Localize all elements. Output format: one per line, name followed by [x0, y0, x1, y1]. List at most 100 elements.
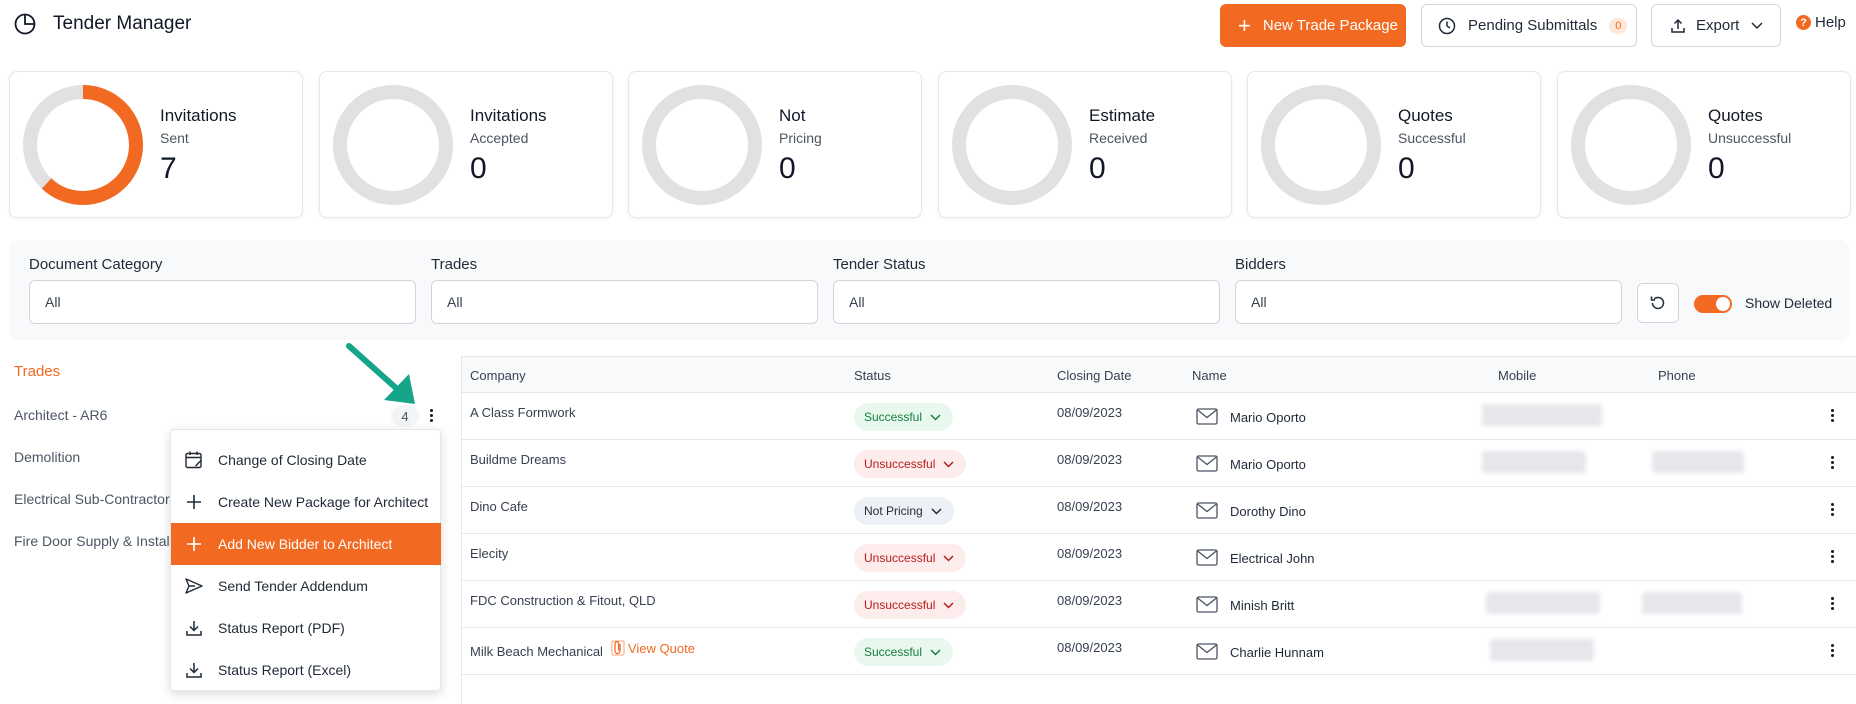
trade-item-architect[interactable]: Architect - AR6: [14, 407, 107, 423]
trades-filter-select[interactable]: All: [431, 280, 818, 324]
menu-item-create-package[interactable]: Create New Package for Architect: [171, 481, 441, 523]
download-icon: [184, 618, 204, 638]
send-icon: [184, 576, 204, 596]
trades-heading: Trades: [14, 363, 61, 380]
stat-subtitle: Successful: [1398, 130, 1466, 146]
stat-title: Invitations: [160, 106, 237, 125]
plus-icon: +: [1238, 12, 1251, 38]
stat-card-not-pricing: Not Pricing 0: [628, 71, 922, 218]
reset-filters-button[interactable]: [1637, 283, 1679, 323]
status-label: Unsuccessful: [864, 457, 936, 471]
menu-item-add-bidder[interactable]: Add New Bidder to Architect: [171, 523, 441, 565]
table-row[interactable]: Dino Cafe Not Pricing 08/09/2023 Dorothy…: [462, 487, 1856, 534]
table-row[interactable]: Milk Beach Mechanical View Quote Successf…: [462, 628, 1856, 675]
help-link[interactable]: ? Help: [1796, 14, 1846, 31]
menu-item-status-report-pdf[interactable]: Status Report (PDF): [171, 607, 441, 649]
status-label: Not Pricing: [864, 504, 923, 518]
column-header-name[interactable]: Name: [1192, 368, 1227, 383]
view-quote-link[interactable]: View Quote: [611, 640, 695, 656]
trade-more-button[interactable]: [423, 404, 439, 426]
status-dropdown[interactable]: Successful: [854, 638, 954, 666]
chevron-down-icon: [943, 460, 954, 468]
column-header-mobile[interactable]: Mobile: [1498, 368, 1536, 383]
table-row[interactable]: A Class Formwork Successful 08/09/2023 M…: [462, 393, 1856, 440]
chevron-down-icon: [930, 413, 941, 421]
toggle-knob: [1716, 297, 1730, 311]
status-label: Unsuccessful: [864, 598, 936, 612]
chevron-down-icon: [943, 601, 954, 609]
column-header-status[interactable]: Status: [854, 368, 891, 383]
annotation-arrow-icon: [346, 343, 415, 404]
redacted-phone: [1652, 451, 1744, 473]
name-cell: Dorothy Dino: [1230, 504, 1306, 519]
stat-subtitle: Accepted: [470, 130, 529, 146]
mail-icon[interactable]: [1196, 643, 1218, 660]
row-more-button[interactable]: [1826, 545, 1838, 567]
mail-icon[interactable]: [1196, 549, 1218, 566]
status-label: Successful: [864, 410, 923, 424]
status-dropdown[interactable]: Unsuccessful: [854, 591, 967, 619]
bidders-select[interactable]: All: [1235, 280, 1622, 324]
menu-item-send-addendum[interactable]: Send Tender Addendum: [171, 565, 441, 607]
menu-item-label: Create New Package for Architect: [218, 494, 429, 510]
table-row[interactable]: Elecity Unsuccessful 08/09/2023 Electric…: [462, 534, 1856, 581]
company-cell: A Class Formwork: [470, 405, 576, 420]
donut-track: [333, 85, 453, 205]
pending-submittals-button[interactable]: Pending Submittals 0: [1421, 4, 1637, 47]
menu-item-change-closing-date[interactable]: Change of Closing Date: [171, 439, 441, 481]
stat-subtitle: Unsuccessful: [1708, 130, 1792, 146]
document-category-select[interactable]: All: [29, 280, 416, 324]
trade-item-electrical[interactable]: Electrical Sub-Contractor: [14, 491, 170, 507]
mail-icon[interactable]: [1196, 455, 1218, 472]
header-bar: Tender Manager + New Trade Package Pendi…: [0, 0, 1856, 50]
mail-icon[interactable]: [1196, 502, 1218, 519]
status-dropdown[interactable]: Successful: [854, 403, 954, 431]
plus-icon: [184, 534, 204, 554]
view-quote-label: View Quote: [627, 640, 695, 656]
status-label: Successful: [864, 645, 923, 659]
stat-subtitle: Pricing: [779, 130, 822, 146]
question-icon: ?: [1796, 15, 1811, 30]
column-header-company[interactable]: Company: [470, 368, 526, 383]
status-dropdown[interactable]: Unsuccessful: [854, 544, 967, 572]
trade-item-demolition[interactable]: Demolition: [14, 449, 80, 465]
show-deleted-toggle[interactable]: [1694, 295, 1732, 313]
stat-subtitle: Received: [1089, 130, 1148, 146]
stat-card-quotes-successful: Quotes Successful 0: [1247, 71, 1541, 218]
row-more-button[interactable]: [1826, 639, 1838, 661]
row-more-button[interactable]: [1826, 451, 1838, 473]
status-dropdown[interactable]: Not Pricing: [854, 497, 954, 525]
name-cell: Mario Oporto: [1230, 457, 1306, 472]
row-more-button[interactable]: [1826, 592, 1838, 614]
mail-icon[interactable]: [1196, 408, 1218, 425]
donut-chart: [23, 85, 143, 205]
row-more-button[interactable]: [1826, 404, 1838, 426]
new-trade-package-label: New Trade Package: [1262, 17, 1398, 34]
menu-item-label: Change of Closing Date: [218, 452, 367, 468]
mail-icon[interactable]: [1196, 596, 1218, 613]
tender-status-select[interactable]: All: [833, 280, 1220, 324]
show-deleted-label: Show Deleted: [1745, 295, 1833, 311]
row-more-button[interactable]: [1826, 498, 1838, 520]
trade-item-fire-door[interactable]: Fire Door Supply & Install: [14, 533, 173, 549]
export-button[interactable]: Export: [1651, 4, 1781, 47]
column-header-phone[interactable]: Phone: [1658, 368, 1696, 383]
table-row[interactable]: FDC Construction & Fitout, QLD Unsuccess…: [462, 581, 1856, 628]
table-row[interactable]: Buildme Dreams Unsuccessful 08/09/2023 M…: [462, 440, 1856, 487]
new-trade-package-button[interactable]: + New Trade Package: [1220, 4, 1406, 47]
stat-value: 0: [470, 152, 487, 185]
menu-item-label: Status Report (Excel): [218, 662, 352, 678]
donut-chart: [333, 85, 453, 205]
stat-value: 0: [1708, 152, 1725, 185]
donut-track: [642, 85, 762, 205]
pending-count-badge: 0: [1609, 17, 1628, 34]
menu-item-label: Status Report (PDF): [218, 620, 345, 636]
closing-date-cell: 08/09/2023: [1057, 640, 1123, 655]
menu-item-status-report-excel[interactable]: Status Report (Excel): [171, 649, 441, 691]
closing-date-cell: 08/09/2023: [1057, 452, 1123, 467]
company-cell: Buildme Dreams: [470, 452, 567, 467]
status-dropdown[interactable]: Unsuccessful: [854, 450, 967, 478]
closing-date-cell: 08/09/2023: [1057, 593, 1123, 608]
stat-card-estimate-received: Estimate Received 0: [938, 71, 1232, 218]
column-header-closing-date[interactable]: Closing Date: [1057, 368, 1131, 383]
